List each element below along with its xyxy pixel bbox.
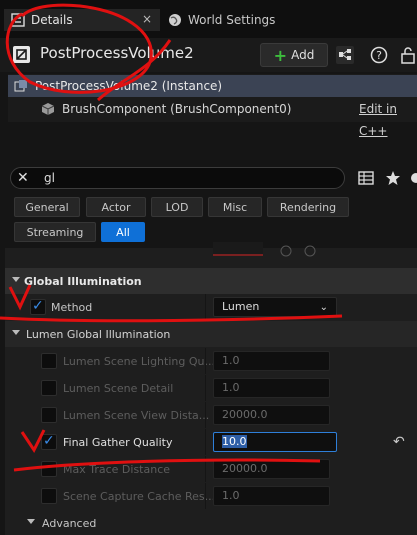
tab-details[interactable]: Details ×	[4, 9, 160, 31]
column-divider	[205, 375, 206, 401]
lock-icon[interactable]	[399, 46, 417, 64]
override-checkbox[interactable]	[41, 488, 57, 504]
property-row-method: Method Lumen ⌄	[5, 294, 417, 320]
final-gather-quality-input[interactable]: 10.0	[213, 432, 337, 452]
edit-in-cpp-link[interactable]: Edit in C++	[359, 98, 417, 138]
details-tab-icon	[11, 13, 25, 27]
close-icon[interactable]: ×	[142, 12, 152, 26]
property-label: Scene Capture Cache Res...	[63, 490, 216, 503]
color-wheel-icon[interactable]	[303, 244, 317, 258]
category-title: Global Illumination	[24, 275, 142, 288]
property-row-lumen-scene-detail: Lumen Scene Detail 1.0	[5, 375, 417, 401]
component-root-label: PostProcessVolume2 (Instance)	[35, 79, 223, 93]
column-divider	[205, 483, 206, 509]
property-row-final-gather-quality: Final Gather Quality 10.0 ↶	[5, 429, 417, 455]
eyedropper-icon[interactable]	[279, 244, 293, 258]
column-divider	[205, 348, 206, 374]
property-row-lumen-scene-view-distance: Lumen Scene View Dista... 20000.0	[5, 402, 417, 428]
property-row-scene-capture-cache-resolution: Scene Capture Cache Res... 1.0	[5, 483, 417, 509]
add-button-label: Add	[291, 48, 315, 62]
settings-gear-icon[interactable]	[408, 170, 417, 186]
category-global-illumination[interactable]: Global Illumination	[5, 268, 417, 294]
postprocess-volume-icon	[13, 46, 30, 63]
value-field[interactable]: 20000.0	[213, 459, 330, 479]
expand-arrow-icon	[12, 330, 20, 335]
category-title: Advanced	[42, 517, 97, 530]
search-value: gl	[44, 171, 55, 185]
column-divider	[205, 294, 206, 320]
property-label: Method	[51, 301, 93, 314]
color-swatch[interactable]	[213, 242, 263, 256]
search-input[interactable]: ✕ gl	[10, 167, 345, 189]
details-header: PostProcessVolume2 + Add ?	[0, 38, 417, 72]
column-divider	[205, 402, 206, 428]
clear-search-icon[interactable]: ✕	[17, 170, 29, 186]
actor-instance-icon	[14, 80, 27, 92]
value-field[interactable]: 1.0	[213, 378, 330, 398]
property-label: Max Trace Distance	[63, 463, 171, 476]
override-checkbox[interactable]	[41, 461, 57, 477]
component-row-root[interactable]: PostProcessVolume2 (Instance)	[8, 75, 417, 97]
filter-general[interactable]: General	[14, 197, 80, 217]
method-dropdown[interactable]: Lumen ⌄	[213, 297, 337, 317]
filter-streaming[interactable]: Streaming	[14, 222, 96, 242]
component-brush-label: BrushComponent (BrushComponent0)	[62, 102, 292, 116]
tab-details-label: Details	[31, 13, 73, 27]
reset-to-default-icon[interactable]: ↶	[393, 434, 405, 450]
category-lumen-gi[interactable]: Lumen Global Illumination	[5, 321, 417, 347]
plus-icon: +	[273, 45, 288, 65]
clipped-property-row	[5, 242, 417, 268]
chevron-down-icon: ⌄	[319, 302, 328, 313]
cube-icon	[41, 103, 55, 115]
favorite-star-icon[interactable]	[385, 170, 401, 186]
override-checkbox[interactable]	[41, 407, 57, 423]
value-field[interactable]: 20000.0	[213, 405, 330, 425]
property-label: Final Gather Quality	[63, 436, 173, 449]
table-view-icon[interactable]	[358, 170, 374, 186]
override-checkbox[interactable]	[30, 298, 46, 315]
override-checkbox[interactable]	[41, 433, 57, 450]
filter-all[interactable]: All	[101, 222, 145, 242]
value-field[interactable]: 1.0	[213, 351, 330, 371]
actor-name[interactable]: PostProcessVolume2	[40, 44, 194, 62]
property-label: Lumen Scene Lighting Qu...	[63, 355, 215, 368]
property-row-max-trace-distance: Max Trace Distance 20000.0	[5, 456, 417, 482]
property-row-lumen-scene-lighting-quality: Lumen Scene Lighting Qu... 1.0	[5, 348, 417, 374]
tab-world-settings-label: World Settings	[188, 13, 276, 27]
blueprint-icon[interactable]	[336, 46, 354, 64]
category-advanced[interactable]: Advanced	[5, 510, 417, 535]
filter-actor[interactable]: Actor	[86, 197, 146, 217]
filter-misc[interactable]: Misc	[208, 197, 262, 217]
svg-text:?: ?	[376, 49, 382, 62]
tab-bar: Details × World Settings	[0, 0, 417, 38]
input-selected-text: 10.0	[222, 435, 247, 448]
expand-arrow-icon	[12, 277, 20, 282]
property-label: Lumen Scene Detail	[63, 382, 174, 395]
help-icon[interactable]: ?	[370, 46, 388, 64]
filter-rendering[interactable]: Rendering	[267, 197, 349, 217]
value-field[interactable]: 1.0	[213, 486, 330, 506]
category-title: Lumen Global Illumination	[26, 328, 171, 341]
property-label: Lumen Scene View Dista...	[63, 409, 210, 422]
add-component-button[interactable]: + Add	[260, 43, 328, 67]
component-row-brush[interactable]: BrushComponent (BrushComponent0)	[8, 98, 417, 120]
override-checkbox[interactable]	[41, 353, 57, 369]
column-divider	[205, 456, 206, 482]
properties-panel: Global Illumination Method Lumen ⌄ Lumen…	[5, 242, 417, 535]
component-tree: PostProcessVolume2 (Instance) BrushCompo…	[8, 74, 417, 138]
globe-icon	[168, 13, 182, 27]
filter-lod[interactable]: LOD	[151, 197, 203, 217]
expand-arrow-icon	[27, 519, 35, 524]
override-checkbox[interactable]	[41, 380, 57, 396]
tab-world-settings[interactable]: World Settings	[168, 9, 275, 31]
dropdown-value: Lumen	[222, 300, 260, 313]
column-divider	[205, 429, 206, 455]
